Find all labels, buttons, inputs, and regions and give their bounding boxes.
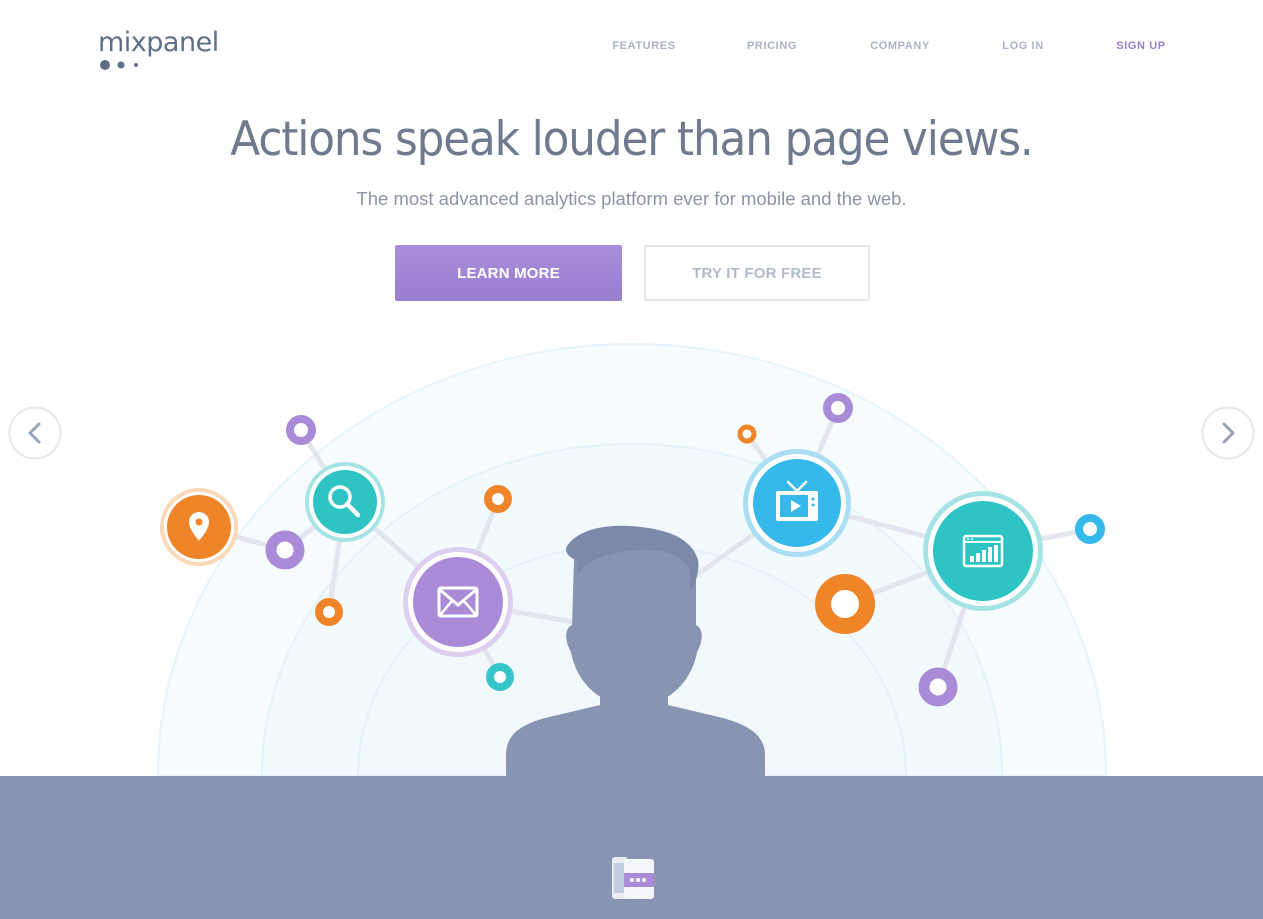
mail-icon bbox=[403, 547, 513, 657]
nav-signup[interactable]: SIGN UP bbox=[1116, 40, 1165, 52]
learn-more-button[interactable]: LEARN MORE bbox=[395, 245, 622, 301]
hero-subheadline: The most advanced analytics platform eve… bbox=[356, 188, 907, 209]
carousel-prev-button[interactable] bbox=[8, 406, 62, 460]
nav-features[interactable]: FEATURES bbox=[612, 40, 675, 52]
browser-chart-icon bbox=[923, 491, 1043, 611]
logo-dots-icon bbox=[100, 60, 138, 70]
hero-headline: Actions speak louder than page views. bbox=[230, 112, 1033, 167]
search-icon bbox=[305, 462, 385, 542]
devices-icon[interactable] bbox=[608, 855, 658, 903]
nav-login[interactable]: LOG IN bbox=[1002, 40, 1044, 52]
main-nav: FEATURES PRICING COMPANY LOG IN SIGN UP bbox=[0, 40, 1263, 56]
tv-icon bbox=[743, 449, 851, 557]
location-pin-icon bbox=[160, 488, 238, 566]
try-it-free-button[interactable]: TRY IT FOR FREE bbox=[644, 245, 870, 301]
nav-pricing[interactable]: PRICING bbox=[747, 40, 797, 52]
carousel-next-button[interactable] bbox=[1201, 406, 1255, 460]
hero-illustration bbox=[156, 343, 1108, 776]
nav-company[interactable]: COMPANY bbox=[870, 40, 930, 52]
